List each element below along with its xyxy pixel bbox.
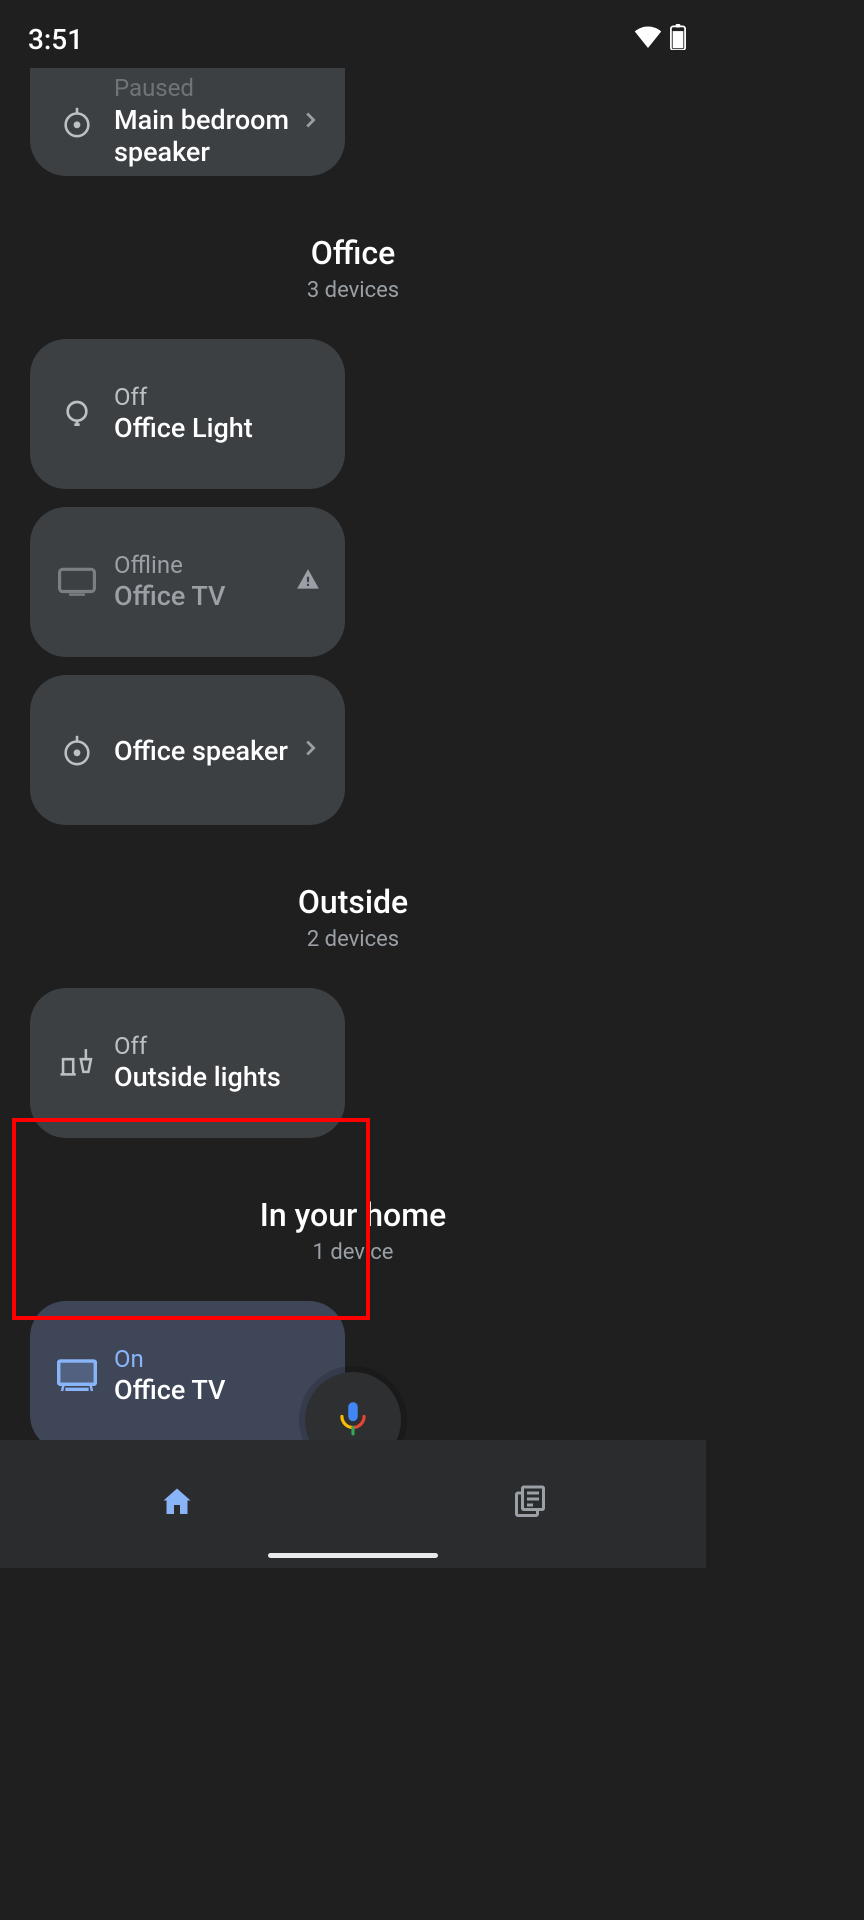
outdoor-lights-icon	[54, 1046, 100, 1080]
tv-icon	[54, 567, 100, 597]
status-bar: 3:51	[0, 0, 706, 68]
device-card-outside-lights[interactable]: Off Outside lights	[30, 988, 345, 1138]
room-subtitle: 2 devices	[30, 927, 676, 952]
warning-icon	[295, 567, 321, 597]
device-status: Paused	[114, 75, 299, 101]
device-card-office-tv-offline[interactable]: Offline Office TV	[30, 507, 345, 657]
room-title: Outside	[30, 883, 676, 921]
device-card-office-light[interactable]: Off Office Light	[30, 339, 345, 489]
room-subtitle: 3 devices	[30, 278, 676, 303]
room-title: Office	[30, 234, 676, 272]
battery-icon	[670, 24, 686, 54]
device-name: Office TV	[114, 580, 295, 612]
home-icon	[159, 1484, 195, 1524]
lightbulb-icon	[54, 398, 100, 430]
device-card-office-tv-on[interactable]: On Office TV	[30, 1301, 345, 1451]
device-status: Off	[114, 1033, 321, 1059]
tv-icon	[54, 1359, 100, 1393]
status-time: 3:51	[28, 23, 83, 56]
device-name: Office speaker	[114, 735, 299, 767]
bottom-nav	[0, 1440, 706, 1568]
device-name: Office TV	[114, 1374, 321, 1406]
feed-icon	[512, 1484, 548, 1524]
device-card-office-speaker[interactable]: Office speaker	[30, 675, 345, 825]
status-icons	[634, 24, 686, 54]
device-status: On	[114, 1346, 321, 1372]
microphone-icon	[334, 1399, 372, 1441]
speaker-icon	[54, 105, 100, 139]
room-title: In your home	[30, 1196, 676, 1234]
chevron-right-icon	[299, 109, 321, 135]
device-status: Off	[114, 384, 321, 410]
home-indicator[interactable]	[268, 1553, 438, 1558]
tab-feed[interactable]	[353, 1440, 706, 1568]
room-header-office[interactable]: Office 3 devices	[30, 234, 676, 303]
device-name: Outside lights	[114, 1061, 321, 1093]
speaker-icon	[54, 733, 100, 767]
device-card-main-bedroom-speaker[interactable]: Paused Main bedroom speaker	[30, 68, 345, 176]
device-status: Offline	[114, 552, 295, 578]
room-header-in-your-home[interactable]: In your home 1 device	[30, 1196, 676, 1265]
tab-home[interactable]	[0, 1440, 353, 1568]
wifi-icon	[634, 26, 662, 52]
room-subtitle: 1 device	[30, 1240, 676, 1265]
chevron-right-icon	[299, 737, 321, 763]
room-header-outside[interactable]: Outside 2 devices	[30, 883, 676, 952]
device-name: Main bedroom speaker	[114, 104, 299, 169]
device-name: Office Light	[114, 412, 321, 444]
